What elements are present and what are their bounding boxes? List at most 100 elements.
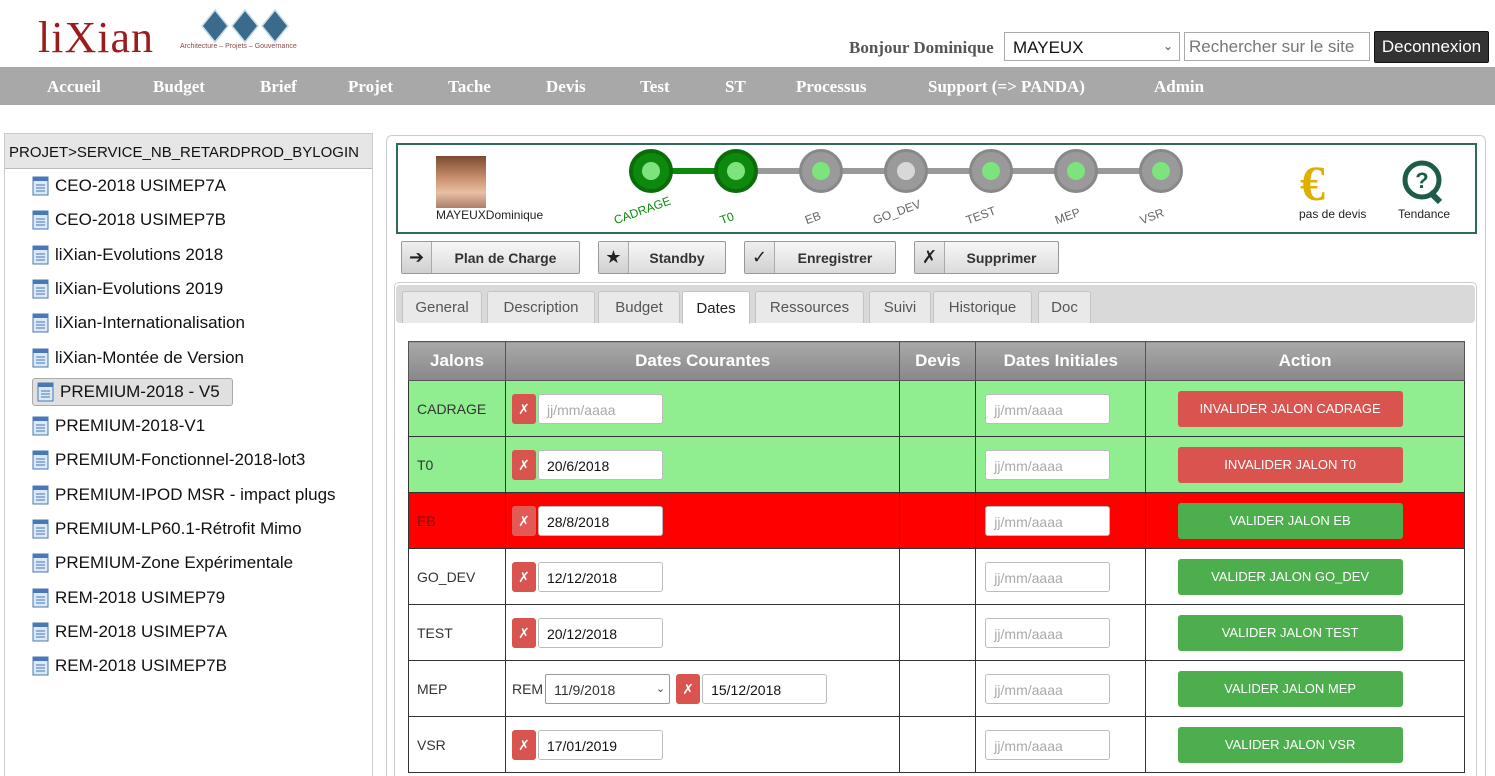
sidebar-item[interactable]: liXian-Montée de Version [28,344,248,372]
sidebar-item[interactable]: PREMIUM-Fonctionnel-2018-lot3 [28,446,309,474]
milestone-node[interactable] [799,149,843,193]
plan-de-charge-button[interactable]: ➔ Plan de Charge [401,241,580,274]
nav-item-devis[interactable]: Devis [546,77,586,97]
current-date-input[interactable]: 20/6/2018 [537,449,663,480]
sidebar-item[interactable]: PREMIUM-IPOD MSR - impact plugs [28,481,340,509]
jalon-action-button[interactable]: INVALIDER JALON CADRAGE [1177,390,1403,427]
delete-button[interactable]: ✗ Supprimer [914,241,1059,274]
initial-date-input[interactable]: jj/mm/aaaa [985,617,1111,648]
jalon-action-button[interactable]: VALIDER JALON MEP [1177,670,1403,707]
table-row: CADRAGE ✗ jj/mm/aaaa jj/mm/aaaa INVALIDER JA… [408,380,1465,437]
milestone-node[interactable] [1139,149,1183,193]
initial-date-cell: jj/mm/aaaa [975,436,1147,493]
clear-date-icon[interactable]: ✗ [511,617,536,648]
current-date-input[interactable]: 12/12/2018 [537,561,663,592]
nav-item-support[interactable]: Support (=> PANDA) [928,77,1085,97]
initial-date-input[interactable]: jj/mm/aaaa [985,449,1111,480]
nav-item-st[interactable]: ST [725,77,746,97]
sidebar-item-label: liXian-Internationalisation [55,313,245,333]
logo-diamonds-icon [201,8,289,44]
jalon-action-button[interactable]: VALIDER JALON GO_DEV [1177,558,1403,595]
sidebar-item[interactable]: CEO-2018 USIMEP7A [28,172,230,200]
logout-button[interactable]: Deconnexion [1374,31,1489,63]
milestone-node[interactable] [714,149,758,193]
nav-item-brief[interactable]: Brief [260,77,297,97]
jalon-action-button[interactable]: VALIDER JALON EB [1177,502,1403,539]
jalon-action-button[interactable]: VALIDER JALON VSR [1177,726,1403,763]
sidebar-item[interactable]: REM-2018 USIMEP7B [28,652,231,680]
table-row: VSR ✗ 17/01/2019 jj/mm/aaaa VALIDER JALON VS… [408,716,1465,773]
nav-item-test[interactable]: Test [640,77,670,97]
tab-ressources[interactable]: Ressources [755,291,864,323]
milestone-node[interactable] [969,149,1013,193]
action-cell: VALIDER JALON EB [1145,492,1465,549]
sidebar-item[interactable]: PREMIUM-2018-V1 [28,412,209,440]
tab-dates[interactable]: Dates [682,291,750,324]
clear-date-icon[interactable]: ✗ [511,393,536,424]
tab-historique[interactable]: Historique [933,291,1032,323]
clear-date-icon[interactable]: ✗ [511,505,536,536]
initial-date-cell: jj/mm/aaaa [975,548,1147,605]
current-date-input[interactable]: 15/12/2018 [702,673,828,704]
tab-description[interactable]: Description [487,291,595,323]
milestone-node[interactable] [629,149,673,193]
clear-date-icon[interactable]: ✗ [676,673,701,704]
nav-item-budget[interactable]: Budget [153,77,205,97]
initial-date-input[interactable]: jj/mm/aaaa [985,729,1111,760]
sidebar-item[interactable]: liXian-Evolutions 2018 [28,241,227,269]
nav-item-admin[interactable]: Admin [1154,77,1204,97]
jalon-name: EB [408,492,506,549]
chevron-down-icon: ⌄ [655,682,666,695]
nav-item-accueil[interactable]: Accueil [47,77,101,97]
sidebar-item[interactable]: CEO-2018 USIMEP7B [28,206,230,234]
current-date-input[interactable]: jj/mm/aaaa [537,393,663,424]
current-date-input[interactable]: 17/01/2019 [537,729,663,760]
jalon-action-button[interactable]: VALIDER JALON TEST [1177,614,1403,651]
save-button[interactable]: ✓ Enregistrer [744,241,896,274]
milestone-node[interactable] [1054,149,1098,193]
sidebar-item[interactable]: PREMIUM-Zone Expérimentale [28,549,297,577]
clear-date-icon[interactable]: ✗ [511,729,536,760]
sidebar-item[interactable]: liXian-Internationalisation [28,309,249,337]
search-input[interactable] [1184,32,1370,61]
jalon-action-button[interactable]: INVALIDER JALON T0 [1177,446,1403,483]
rem-date-select[interactable]: 11/9/2018 ⌄ [545,673,671,704]
trend-question-icon[interactable]: ? [1400,160,1444,204]
initial-date-input[interactable]: jj/mm/aaaa [985,393,1111,424]
sidebar-item[interactable]: liXian-Evolutions 2019 [28,275,227,303]
nav-item-projet[interactable]: Projet [348,77,393,97]
jalon-name: VSR [408,716,506,773]
milestone-node-dot [897,162,915,180]
current-date-input[interactable]: 28/8/2018 [537,505,663,536]
sidebar-item[interactable]: PREMIUM-LP60.1-Rétrofit Mimo [28,515,306,543]
initial-date-input[interactable]: jj/mm/aaaa [985,673,1111,704]
jalon-name: MEP [408,660,506,717]
sidebar-item[interactable]: PREMIUM-2018 - V5 [32,377,233,406]
tab-general[interactable]: General [402,291,482,323]
nav-item-processus[interactable]: Processus [796,77,867,97]
check-icon: ✓ [745,242,775,273]
col-dates-initiales: Dates Initiales [975,341,1147,381]
euro-icon[interactable]: € [1300,158,1325,208]
standby-button[interactable]: ★ Standby [598,241,726,274]
milestone-node[interactable] [884,149,928,193]
sidebar-breadcrumb: PROJET>SERVICE_NB_RETARDPROD_BYLOGIN [5,134,372,169]
tab-suivi[interactable]: Suivi [869,291,931,323]
tab-budget[interactable]: Budget [598,291,680,323]
initial-date-input[interactable]: jj/mm/aaaa [985,505,1111,536]
initial-date-input[interactable]: jj/mm/aaaa [985,561,1111,592]
nav-item-tache[interactable]: Tache [448,77,491,97]
current-date-input[interactable]: 20/12/2018 [537,617,663,648]
cross-icon: ✗ [915,242,945,273]
sidebar-item-label: PREMIUM-Fonctionnel-2018-lot3 [55,450,306,470]
tendance-label: Tendance [1398,207,1451,221]
initial-date-cell: jj/mm/aaaa [975,380,1147,437]
tab-doc[interactable]: Doc [1038,291,1091,323]
app-root: liXian Architecture – Projets – Gouverna… [0,0,1495,776]
clear-date-icon[interactable]: ✗ [511,561,536,592]
clear-date-icon[interactable]: ✗ [511,449,536,480]
sidebar-item[interactable]: REM-2018 USIMEP7A [28,618,231,646]
current-date-cell: ✗ jj/mm/aaaa [504,380,901,437]
user-select[interactable]: MAYEUX ⌄ [1004,32,1180,61]
sidebar-item[interactable]: REM-2018 USIMEP79 [28,584,229,612]
